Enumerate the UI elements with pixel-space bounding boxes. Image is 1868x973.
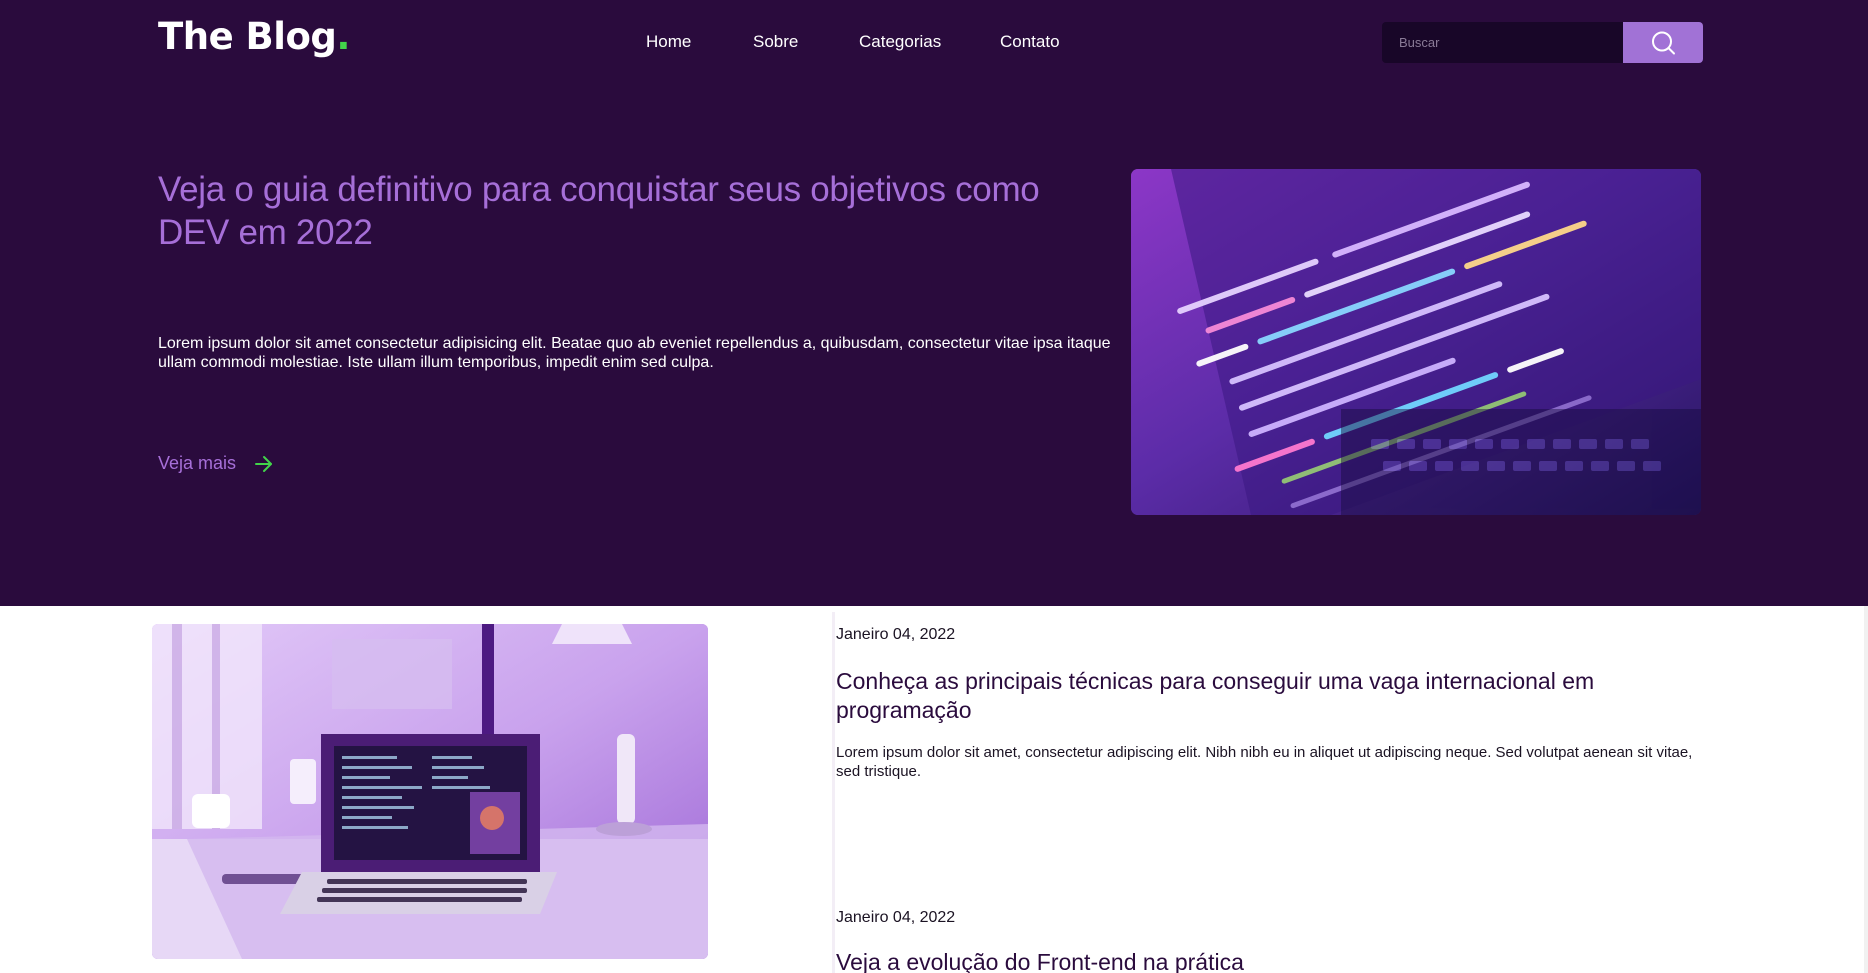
logo-dot: . — [336, 15, 350, 58]
nav-item-home[interactable]: Home — [646, 32, 753, 52]
post-date-2: Janeiro 04, 2022 — [836, 909, 956, 926]
search-icon — [1652, 31, 1675, 54]
post-title[interactable]: Conheça as principais técnicas para cons… — [836, 667, 1736, 725]
logo[interactable]: The Blog. — [158, 15, 350, 58]
nav-item-sobre[interactable]: Sobre — [753, 32, 859, 52]
page: The Blog. Home Sobre Categorias Contato … — [0, 0, 1868, 973]
hero-code-image — [1131, 169, 1701, 515]
search-input[interactable] — [1382, 22, 1623, 63]
post-date: Janeiro 04, 2022 — [836, 626, 956, 643]
post-divider — [832, 612, 835, 973]
post-title-2[interactable]: Veja a evolução do Front-end na prática — [836, 948, 1736, 973]
scrollbar-thumb[interactable] — [1864, 0, 1868, 606]
search-button[interactable] — [1623, 22, 1703, 63]
hero-title: Veja o guia definitivo para conquistar s… — [158, 170, 1040, 252]
arrow-right-icon — [255, 455, 273, 472]
post-laptop-image — [152, 624, 708, 959]
hero-description: Lorem ipsum dolor sit amet consectetur a… — [158, 335, 1111, 371]
search-bar — [1382, 22, 1703, 63]
nav-item-contato[interactable]: Contato — [1000, 32, 1080, 52]
hero-section: The Blog. Home Sobre Categorias Contato … — [0, 0, 1864, 606]
logo-text: The Blog — [158, 15, 337, 58]
main-nav: Home Sobre Categorias Contato — [646, 32, 1080, 52]
nav-item-categorias[interactable]: Categorias — [859, 32, 1000, 52]
post-excerpt: Lorem ipsum dolor sit amet, consectetur … — [836, 744, 1693, 780]
see-more-label: Veja mais — [158, 453, 237, 473]
scrollbar[interactable] — [1864, 0, 1868, 973]
see-more-link[interactable]: Veja mais — [158, 453, 274, 474]
